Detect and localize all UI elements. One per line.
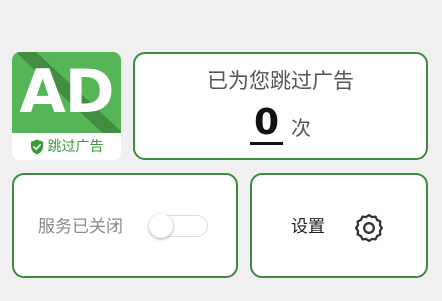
skipped-ads-count-row: 0 次 [135,104,426,145]
settings-button[interactable]: 设置 [250,173,428,278]
gear-icon [354,213,384,243]
skipped-ads-card: 已为您跳过广告 0 次 [133,52,428,160]
skipped-ads-title: 已为您跳过广告 [207,69,354,93]
app-root: AD 跳过广告 已为您跳过广告 0 次 服务已关闭 设置 [0,0,442,301]
logo-banner: AD [12,52,121,133]
logo-label: 跳过广告 [47,138,104,155]
service-status-label: 服务已关闭 [38,217,123,237]
skipped-ads-count: 0 [249,104,284,145]
logo-caption: 跳过广告 [12,133,121,160]
shield-check-icon [30,139,43,154]
app-logo: AD 跳过广告 [12,52,121,160]
skipped-ads-unit: 次 [291,116,312,140]
logo-ad-text: AD [19,57,114,127]
service-toggle[interactable] [149,214,208,238]
toggle-knob [149,214,173,238]
service-status-card: 服务已关闭 [12,173,238,278]
settings-label: 设置 [291,217,325,237]
